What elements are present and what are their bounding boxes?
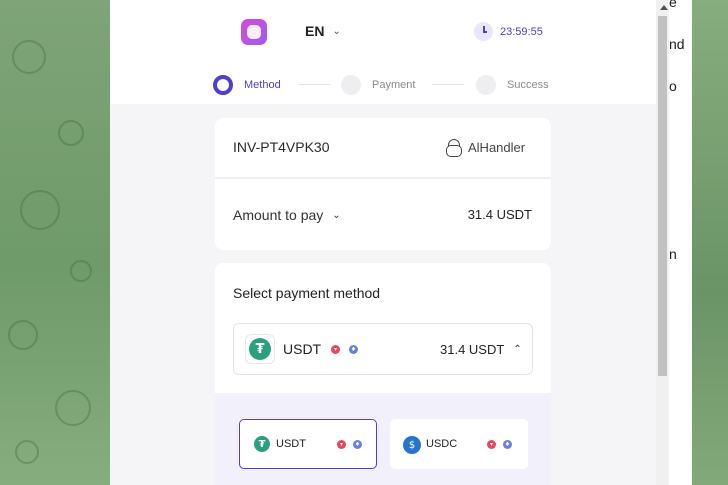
tron-network-icon: ▾ (487, 440, 496, 449)
countdown-timer: 23:59:55 (474, 22, 543, 41)
step-success-indicator (476, 75, 496, 95)
payment-method-title: Select payment method (233, 285, 381, 301)
invoice-id: INV-PT4VPK30 (233, 139, 330, 155)
ethereum-network-icon: ♦ (503, 440, 512, 449)
chat-text-fragment: o (669, 78, 677, 94)
step-payment-indicator (341, 75, 361, 95)
scroll-up-arrow-icon[interactable] (660, 5, 668, 10)
step-payment-label: Payment (372, 79, 416, 91)
ethereum-network-icon: ♦ (349, 345, 358, 354)
usdc-icon: $ (403, 436, 421, 454)
chat-text-fragment: nd (669, 36, 685, 52)
chevron-down-icon: ⌄ (332, 25, 341, 37)
selected-token-icon-wrap: ₮ (245, 334, 275, 364)
chevron-down-icon: ⌄ (332, 209, 341, 221)
tron-network-icon: ▾ (331, 345, 340, 354)
step-connector (298, 84, 330, 85)
scrollbar-thumb[interactable] (658, 16, 667, 376)
step-method-label: Method (244, 79, 281, 91)
chat-text-fragment: n (669, 246, 677, 262)
step-method-indicator (213, 75, 233, 95)
tron-network-icon: ▾ (337, 440, 346, 449)
tether-icon: ₮ (254, 436, 270, 452)
handler-info: AlHandler (446, 139, 526, 157)
card-divider (215, 177, 551, 179)
option-token-name: USDC (426, 438, 458, 450)
app-logo-icon (241, 19, 267, 45)
invoice-card (215, 118, 551, 250)
handler-name: AlHandler (468, 139, 526, 155)
selected-amount-value: 31.4 USDT (440, 342, 505, 357)
ethereum-network-icon: ♦ (353, 440, 362, 449)
option-token-name: USDT (276, 438, 306, 450)
lock-icon (446, 139, 462, 157)
chat-wallpaper-right (692, 0, 728, 485)
chevron-up-icon: ⌃ (513, 344, 522, 355)
amount-value: 31.4 USDT (467, 207, 532, 222)
amount-label: Amount to pay (233, 207, 324, 223)
chat-message-area: e nd o n (669, 0, 692, 485)
timer-text: 23:59:55 (500, 25, 543, 38)
selected-amount: 31.4 USDT ⌃ (440, 342, 522, 357)
selected-token-name: USDT (283, 341, 322, 357)
tether-icon: ₮ (249, 338, 271, 360)
language-selector[interactable]: EN ⌄ (305, 23, 341, 39)
step-success-label: Success (507, 79, 549, 91)
clock-icon (474, 22, 493, 41)
chat-wallpaper (0, 0, 110, 485)
amount-toggle[interactable]: Amount to pay ⌄ (233, 207, 341, 223)
language-label: EN (305, 23, 325, 39)
chat-text-fragment: e (669, 0, 677, 10)
step-connector (432, 84, 464, 85)
